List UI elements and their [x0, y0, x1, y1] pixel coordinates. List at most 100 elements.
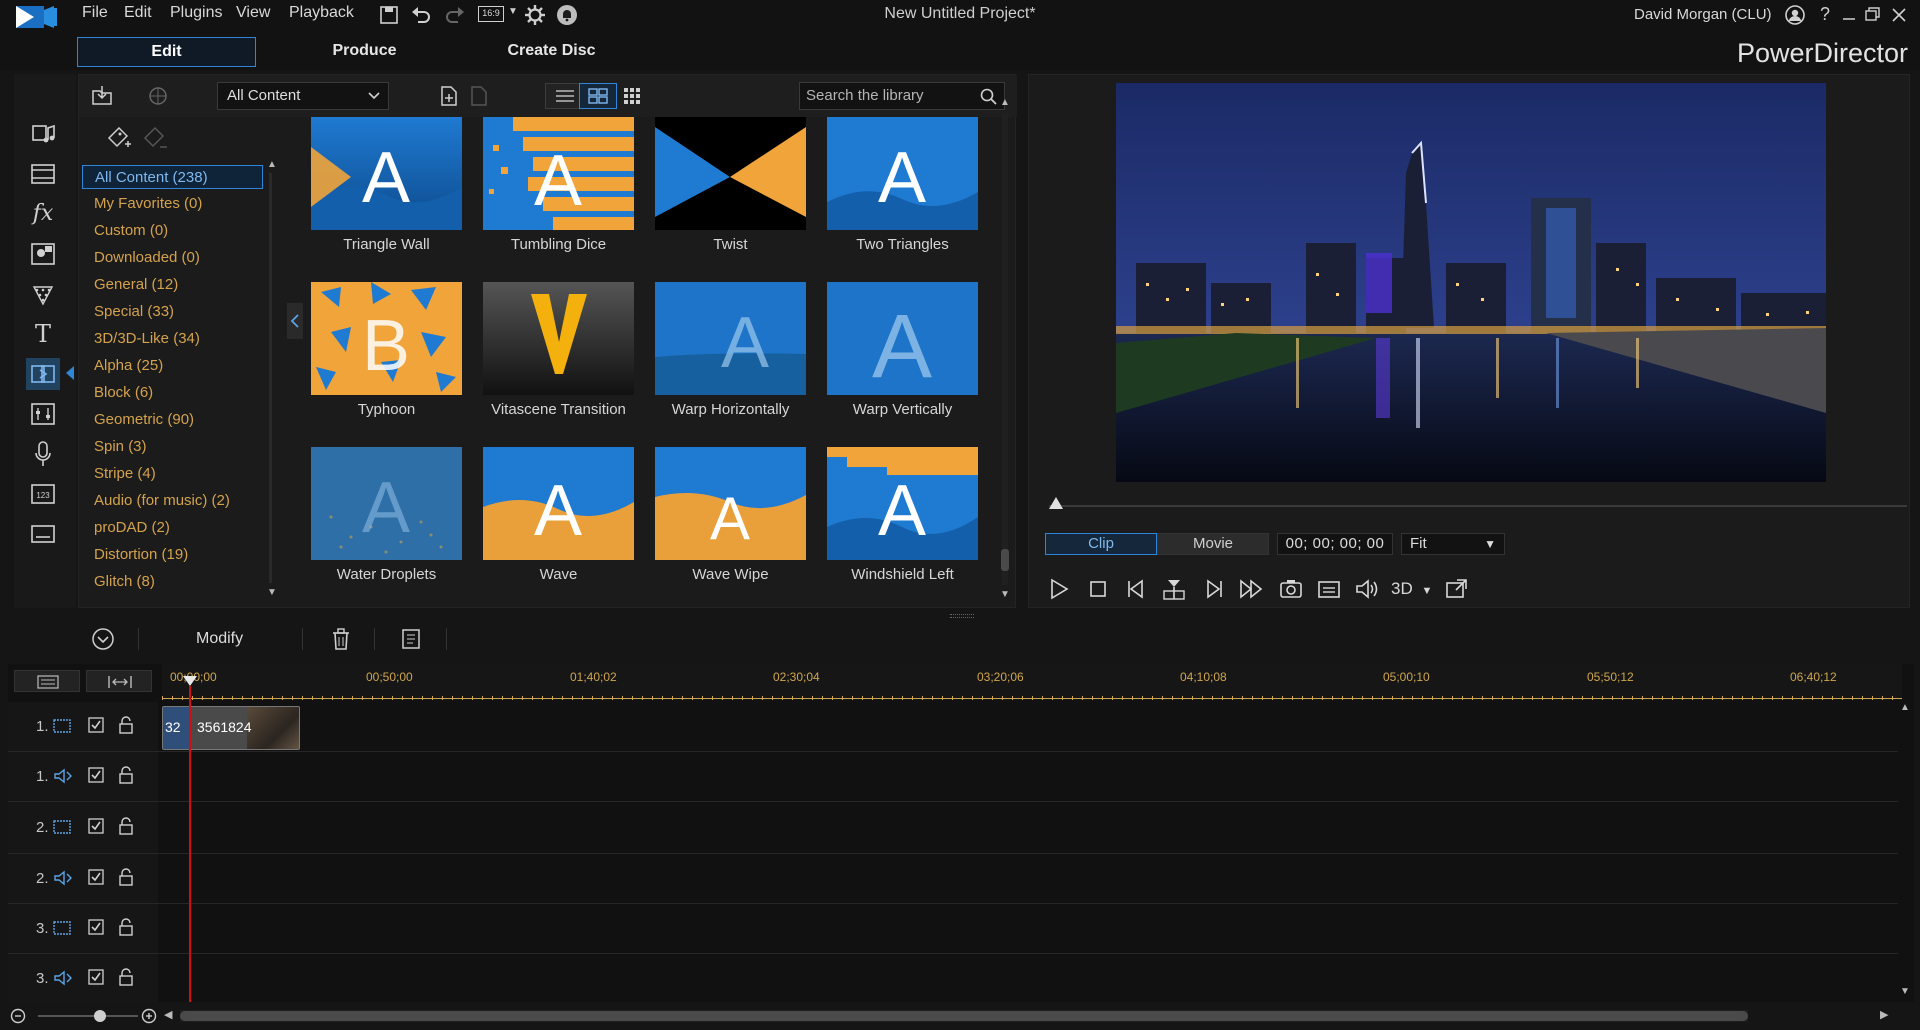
menu-view[interactable]: View — [236, 4, 270, 22]
redo-icon[interactable] — [444, 4, 466, 26]
audio-mixing-room-icon[interactable] — [26, 398, 60, 430]
transition-tile[interactable]: A Water Droplets — [311, 447, 462, 583]
track-enable-checkbox[interactable] — [88, 869, 104, 885]
subtitle-toggle-icon[interactable] — [1315, 575, 1343, 603]
timeline-vscrollbar[interactable]: ▲ ▼ — [1898, 702, 1912, 1002]
splitter-handle[interactable] — [950, 614, 974, 618]
remove-tag-icon[interactable] — [141, 125, 169, 153]
clip-mode-button[interactable]: Clip — [1045, 533, 1157, 555]
transition-tile[interactable]: A Warp Horizontally — [655, 282, 806, 418]
track-lock-icon[interactable] — [118, 968, 134, 986]
tab-create-disc[interactable]: Create Disc — [462, 37, 641, 67]
search-icon[interactable] — [980, 88, 998, 106]
delete-trash-icon[interactable] — [328, 626, 354, 652]
zoom-slider[interactable] — [38, 1010, 138, 1022]
3d-mode-button[interactable]: 3D ▼ — [1391, 575, 1435, 603]
grid-view-button[interactable] — [579, 83, 617, 109]
content-filter-select[interactable]: All Content — [217, 82, 389, 110]
volume-icon[interactable] — [1353, 575, 1381, 603]
scroll-left-icon[interactable]: ◀ — [164, 1008, 172, 1021]
undo-icon[interactable] — [410, 4, 432, 26]
scroll-up-icon[interactable]: ▲ — [1900, 702, 1910, 713]
transition-tile[interactable]: Vitascene Transition — [483, 282, 634, 418]
track-lock-icon[interactable] — [118, 817, 134, 835]
transition-tile[interactable]: A Windshield Left — [827, 447, 978, 583]
track-enable-checkbox[interactable] — [88, 919, 104, 935]
playhead[interactable] — [183, 676, 197, 1012]
track-enable-checkbox[interactable] — [88, 969, 104, 985]
category-item[interactable]: 3D/3D-Like (34) — [82, 327, 262, 351]
notification-bell-icon[interactable] — [556, 4, 578, 26]
voice-over-room-icon[interactable] — [26, 438, 60, 470]
scroll-up-icon[interactable]: ▲ — [267, 159, 277, 170]
category-item[interactable]: My Favorites (0) — [82, 192, 262, 216]
zoom-slider-handle[interactable] — [94, 1010, 106, 1022]
category-item[interactable]: Audio (for music) (2) — [82, 489, 262, 513]
particle-room-icon[interactable] — [26, 278, 60, 310]
media-room-icon[interactable] — [26, 118, 60, 150]
category-item[interactable]: Alpha (25) — [82, 354, 262, 378]
close-icon[interactable] — [1888, 4, 1910, 26]
chapter-room-icon[interactable]: 123 — [26, 478, 60, 510]
tab-produce[interactable]: Produce — [275, 37, 454, 67]
scroll-down-icon[interactable]: ▼ — [1000, 589, 1010, 600]
category-item[interactable]: Glitch (8) — [82, 570, 262, 594]
next-frame-icon[interactable] — [1199, 575, 1227, 603]
subtitle-room-icon[interactable] — [26, 518, 60, 550]
track-manager-button[interactable] — [14, 670, 80, 692]
fit-timeline-button[interactable] — [86, 670, 152, 692]
scroll-right-icon[interactable]: ▶ — [1880, 1008, 1888, 1021]
category-item[interactable]: Distortion (19) — [82, 543, 262, 567]
split-icon[interactable] — [1160, 575, 1188, 603]
settings-gear-icon[interactable] — [524, 4, 546, 26]
menu-file[interactable]: File — [82, 4, 108, 22]
transition-tile[interactable]: A Warp Vertically — [827, 282, 978, 418]
snapshot-camera-icon[interactable] — [1277, 575, 1305, 603]
title-room-icon[interactable]: T — [26, 318, 60, 350]
scroll-up-icon[interactable]: ▲ — [1000, 97, 1010, 108]
fx-room-icon[interactable]: fx — [26, 198, 60, 230]
template-room-icon[interactable] — [26, 158, 60, 190]
import-media-icon[interactable] — [89, 83, 115, 109]
category-item[interactable]: Spin (3) — [82, 435, 262, 459]
track-lock-icon[interactable] — [118, 918, 134, 936]
category-item[interactable]: Stripe (4) — [82, 462, 262, 486]
library-search-input[interactable]: Search the library — [799, 82, 1005, 110]
aspect-ratio-button[interactable]: 16:9 ▼ — [478, 4, 518, 26]
transition-tile[interactable]: B Typhoon — [311, 282, 462, 418]
menu-playback[interactable]: Playback — [289, 4, 354, 22]
pip-room-icon[interactable] — [26, 238, 60, 270]
library-scrollbar[interactable]: ▲ ▼ — [999, 97, 1011, 603]
category-item[interactable]: Downloaded (0) — [82, 246, 262, 270]
play-icon[interactable] — [1045, 575, 1073, 603]
small-icons-view-icon[interactable] — [621, 85, 643, 107]
transition-room-icon[interactable] — [26, 358, 60, 390]
download-content-icon[interactable] — [145, 83, 171, 109]
category-item[interactable]: Custom (0) — [82, 219, 262, 243]
previous-frame-icon[interactable] — [1123, 575, 1151, 603]
fast-forward-icon[interactable] — [1237, 575, 1265, 603]
category-item[interactable]: Geometric (90) — [82, 408, 262, 432]
stop-icon[interactable] — [1084, 575, 1112, 603]
track-lock-icon[interactable] — [118, 716, 134, 734]
scrollbar-thumb[interactable] — [1001, 549, 1009, 571]
zoom-fit-select[interactable]: Fit ▼ — [1401, 533, 1505, 555]
modify-button[interactable]: Modify — [196, 630, 243, 648]
transition-tile[interactable]: A Wave — [483, 447, 634, 583]
preview-scrubber[interactable] — [1049, 495, 1907, 515]
hscrollbar-thumb[interactable] — [180, 1011, 1748, 1021]
category-item[interactable]: Special (33) — [82, 300, 262, 324]
timeline-hscrollbar[interactable] — [180, 1010, 1748, 1022]
track-lock-icon[interactable] — [118, 766, 134, 784]
expand-tools-icon[interactable] — [90, 626, 116, 652]
collapse-panel-button[interactable] — [287, 303, 303, 339]
tab-edit[interactable]: Edit — [77, 37, 256, 67]
insert-icon[interactable] — [467, 83, 491, 109]
transition-tile[interactable]: A Tumbling Dice — [483, 117, 634, 253]
list-view-button[interactable] — [545, 83, 583, 109]
timeline-ruler[interactable]: 00;00;00 00;50;00 01;40;02 02;30;04 03;2… — [162, 664, 1902, 700]
category-scrollbar[interactable]: ▲ ▼ — [265, 159, 277, 599]
track-enable-checkbox[interactable] — [88, 717, 104, 733]
transition-tile[interactable]: A Two Triangles — [827, 117, 978, 253]
category-item[interactable]: proDAD (2) — [82, 516, 262, 540]
